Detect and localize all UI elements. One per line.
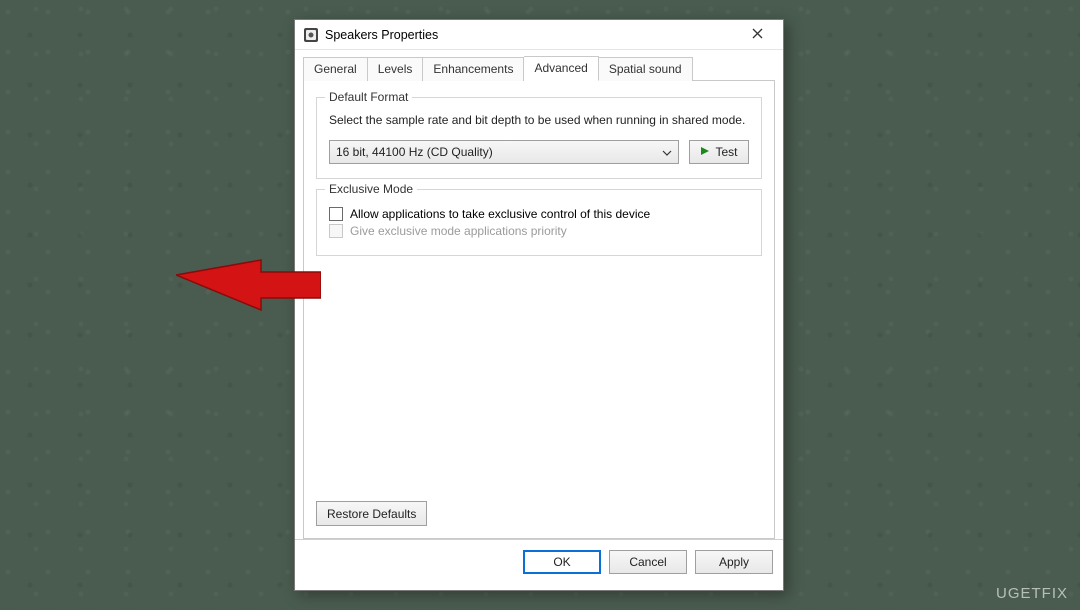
speaker-app-icon (303, 27, 319, 43)
tabs-area: General Levels Enhancements Advanced Spa… (295, 50, 783, 539)
tab-enhancements[interactable]: Enhancements (423, 57, 524, 81)
close-icon (752, 28, 763, 42)
default-format-legend: Default Format (325, 90, 412, 104)
ok-button-label: OK (553, 555, 570, 569)
cancel-button[interactable]: Cancel (609, 550, 687, 574)
test-button-label: Test (715, 145, 737, 159)
exclusive-mode-group: Exclusive Mode Allow applications to tak… (316, 189, 762, 256)
exclusive-mode-legend: Exclusive Mode (325, 182, 417, 196)
apply-button[interactable]: Apply (695, 550, 773, 574)
dialog-footer: OK Cancel Apply (295, 539, 783, 584)
priority-label: Give exclusive mode applications priorit… (350, 224, 567, 238)
allow-exclusive-checkbox[interactable] (329, 207, 343, 221)
format-row: 16 bit, 44100 Hz (CD Quality) Test (329, 140, 749, 164)
titlebar: Speakers Properties (295, 20, 783, 50)
restore-defaults-label: Restore Defaults (327, 507, 416, 521)
cancel-button-label: Cancel (629, 555, 666, 569)
test-button[interactable]: Test (689, 140, 749, 164)
tab-advanced[interactable]: Advanced (524, 56, 598, 81)
priority-row: Give exclusive mode applications priorit… (329, 224, 749, 238)
close-button[interactable] (737, 21, 777, 49)
chevron-down-icon (662, 147, 672, 157)
tab-levels[interactable]: Levels (368, 57, 424, 81)
default-format-group: Default Format Select the sample rate an… (316, 97, 762, 179)
restore-defaults-button[interactable]: Restore Defaults (316, 501, 427, 526)
allow-exclusive-row[interactable]: Allow applications to take exclusive con… (329, 207, 749, 221)
sample-rate-selected: 16 bit, 44100 Hz (CD Quality) (336, 145, 656, 159)
default-format-description: Select the sample rate and bit depth to … (329, 112, 749, 128)
apply-button-label: Apply (719, 555, 749, 569)
tab-strip: General Levels Enhancements Advanced Spa… (303, 56, 775, 81)
watermark: UGETFIX (996, 585, 1068, 602)
ok-button[interactable]: OK (523, 550, 601, 574)
tab-general[interactable]: General (303, 57, 368, 81)
restore-defaults-row: Restore Defaults (316, 501, 427, 526)
sample-rate-dropdown[interactable]: 16 bit, 44100 Hz (CD Quality) (329, 140, 679, 164)
tab-spatial-sound[interactable]: Spatial sound (599, 57, 693, 81)
speakers-properties-dialog: Speakers Properties General Levels Enhan… (294, 19, 784, 591)
play-icon (700, 145, 710, 159)
allow-exclusive-label: Allow applications to take exclusive con… (350, 207, 650, 221)
priority-checkbox (329, 224, 343, 238)
window-title: Speakers Properties (325, 28, 737, 42)
advanced-panel: Default Format Select the sample rate an… (303, 81, 775, 539)
